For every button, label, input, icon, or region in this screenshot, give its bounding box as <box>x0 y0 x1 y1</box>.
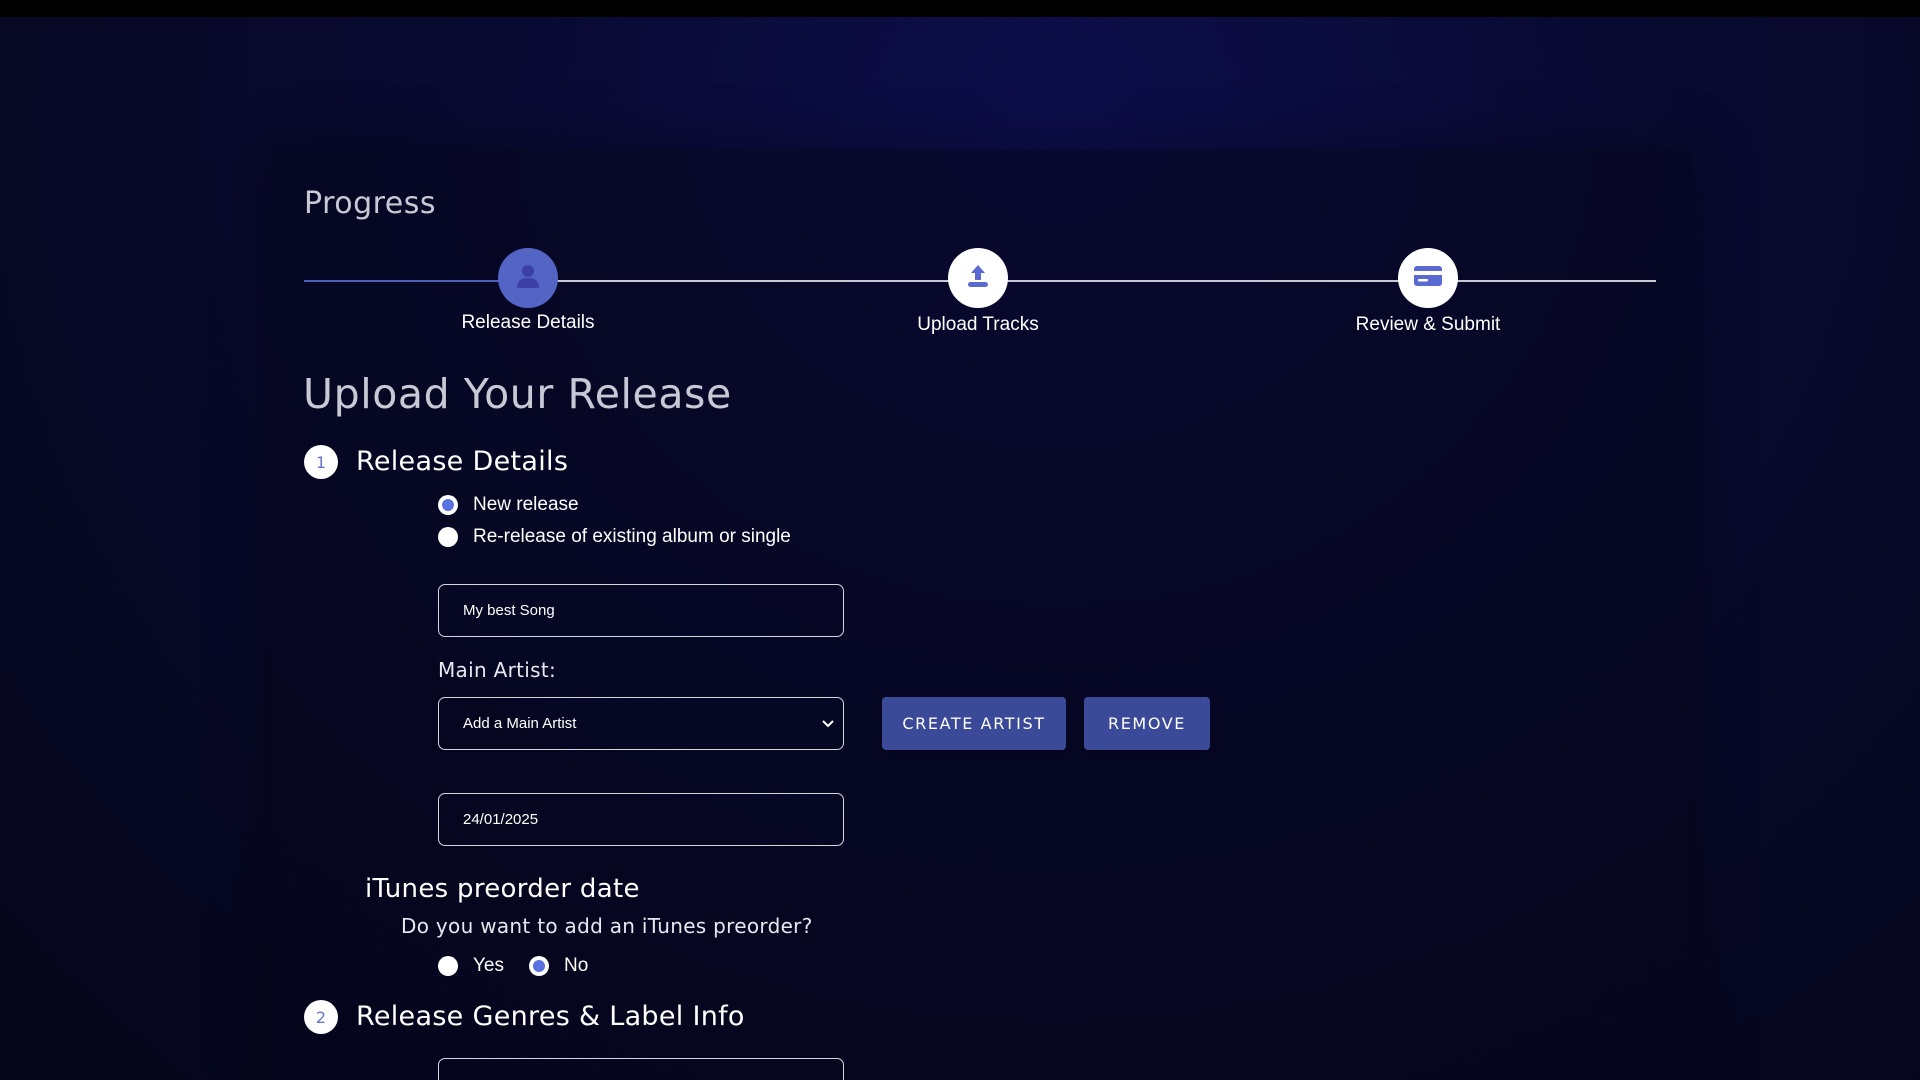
section-number-1: 1 <box>304 445 338 479</box>
create-artist-button[interactable]: CREATE ARTIST <box>882 697 1066 750</box>
chevron-down-icon <box>821 717 835 731</box>
person-icon <box>515 263 541 293</box>
radio-label-itunes-yes: Yes <box>473 955 504 976</box>
section-number-2: 2 <box>304 1000 338 1034</box>
section-title-release-details: Release Details <box>356 446 569 477</box>
itunes-preorder-question: Do you want to add an iTunes preorder? <box>401 914 813 938</box>
main-artist-select[interactable]: Add a Main Artist <box>438 697 844 750</box>
page-title: Upload Your Release <box>303 370 732 418</box>
step-label-review-submit: Review & Submit <box>1355 314 1501 335</box>
radio-label-re-release: Re-release of existing album or single <box>473 526 791 547</box>
main-artist-select-value: Add a Main Artist <box>463 715 577 732</box>
step-review-submit[interactable] <box>1398 248 1458 308</box>
release-date-value: 24/01/2025 <box>463 811 539 828</box>
section-title-genres-label: Release Genres & Label Info <box>356 1001 745 1032</box>
radio-button-new-release[interactable] <box>438 495 458 515</box>
release-title-value: My best Song <box>463 602 555 619</box>
step-release-details[interactable] <box>498 248 558 308</box>
release-date-input[interactable]: 24/01/2025 <box>438 793 844 846</box>
radio-option-re-release[interactable]: Re-release of existing album or single <box>438 526 791 548</box>
upload-icon <box>964 262 992 294</box>
step-label-release-details: Release Details <box>461 312 595 333</box>
credit-card-icon <box>1413 264 1443 292</box>
step-label-upload-tracks: Upload Tracks <box>917 314 1039 335</box>
step-upload-tracks[interactable] <box>948 248 1008 308</box>
stepper-line <box>528 280 1656 282</box>
remove-artist-button[interactable]: REMOVE <box>1084 697 1210 750</box>
main-artist-label: Main Artist: <box>438 658 557 682</box>
radio-option-itunes-no[interactable]: No <box>529 955 588 977</box>
release-title-input[interactable]: My best Song <box>438 584 844 637</box>
radio-option-itunes-yes[interactable]: Yes <box>438 955 504 977</box>
top-black-bar <box>0 0 1920 17</box>
stepper-line-completed <box>304 280 528 282</box>
radio-button-itunes-no[interactable] <box>529 956 549 976</box>
radio-option-new-release[interactable]: New release <box>438 494 579 516</box>
primary-genre-select[interactable] <box>438 1058 844 1080</box>
radio-label-itunes-no: No <box>564 955 589 976</box>
radio-label-new-release: New release <box>473 494 579 515</box>
radio-button-re-release[interactable] <box>438 527 458 547</box>
radio-button-itunes-yes[interactable] <box>438 956 458 976</box>
progress-title: Progress <box>304 186 437 221</box>
itunes-preorder-title: iTunes preorder date <box>365 874 640 904</box>
